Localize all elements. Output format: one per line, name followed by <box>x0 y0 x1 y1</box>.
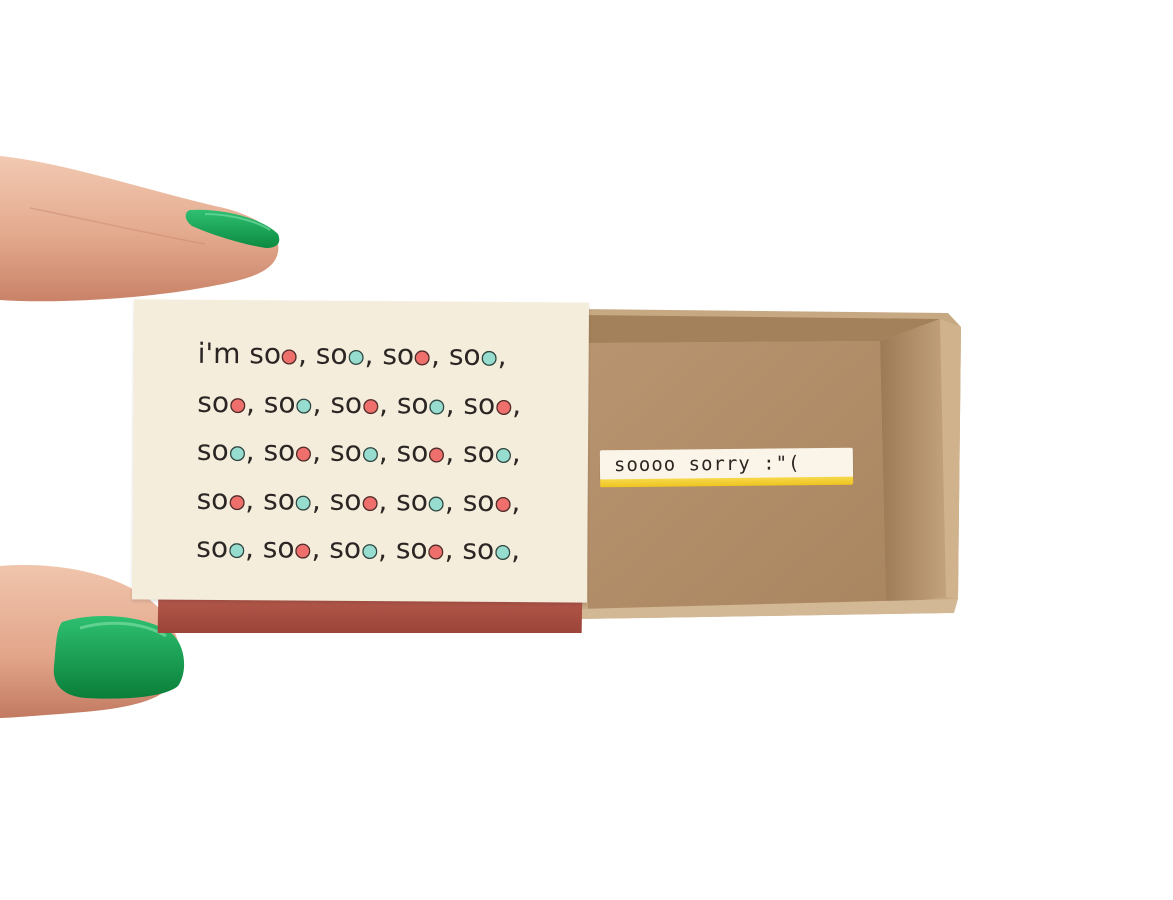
card-word: , so <box>244 531 295 565</box>
card-word: so <box>196 530 229 565</box>
red-dot-o <box>429 447 445 463</box>
teal-dot-o <box>228 543 245 559</box>
card-line: so , so , so , so , so, <box>197 427 577 478</box>
red-dot-o <box>363 398 379 414</box>
card-line: so , so , so , so , so, <box>196 475 576 526</box>
red-dot-o <box>281 349 298 365</box>
red-dot-o <box>229 494 245 510</box>
card-word: , so <box>312 434 362 469</box>
photo-scene: soooo sorry :"( i'm so, so, so, so, so, s… <box>0 0 1173 900</box>
card-word: , <box>497 338 507 373</box>
card-word: , <box>511 436 521 470</box>
teal-dot-o <box>296 398 312 414</box>
red-dot-o <box>229 397 246 413</box>
red-dot-o <box>495 496 511 512</box>
red-dot-o <box>496 399 512 415</box>
message-strip: soooo sorry :"( <box>599 447 854 489</box>
teal-dot-o <box>428 495 444 512</box>
card-word: , so <box>311 483 362 517</box>
card-line: so , so , so , so , so, <box>197 378 577 429</box>
teal-dot-o <box>495 447 511 464</box>
strip-text: soooo sorry :"( <box>613 452 801 477</box>
teal-dot-o <box>429 398 445 415</box>
card-word: so <box>197 385 230 419</box>
card-word: , so <box>444 532 495 566</box>
card-word: , <box>511 484 521 518</box>
card-word: , so <box>245 434 296 468</box>
card-word: , <box>512 387 522 421</box>
card-word: , so <box>364 338 415 372</box>
card-word: i'm so <box>197 336 282 371</box>
card-message: i'm so, so, so, so, so, so, so, so, so, so… <box>196 330 578 575</box>
red-dot-o <box>295 543 311 559</box>
card-word: , so <box>379 386 429 420</box>
teal-dot-o <box>229 446 245 462</box>
card-word: , so <box>377 532 428 566</box>
teal-dot-o <box>295 495 311 511</box>
red-dot-o <box>296 446 312 462</box>
teal-dot-o <box>495 544 511 561</box>
strip-yellow-edge <box>600 476 854 488</box>
strip-paper: soooo sorry :"( <box>599 447 854 481</box>
teal-dot-o <box>362 544 378 560</box>
card-word: so <box>196 433 229 468</box>
teal-dot-o <box>481 350 497 366</box>
sleeve-cover-card: i'm so, so, so, so, so, so, so, so, so, so… <box>131 299 590 603</box>
card-word: , so <box>312 386 363 420</box>
top-finger <box>0 156 280 302</box>
teal-dot-o <box>348 349 364 366</box>
red-dot-o <box>362 495 378 511</box>
red-dot-o <box>415 350 431 366</box>
card-word: , so <box>445 435 495 469</box>
card-word: , so <box>444 484 495 518</box>
card-word: , <box>511 533 521 567</box>
card-word: , so <box>378 483 429 517</box>
card-word: , so <box>378 435 429 469</box>
card-word: , so <box>245 385 296 420</box>
card-line: so , so , so , so , so, <box>196 524 576 575</box>
card-word: so <box>196 482 229 516</box>
card-word: , so <box>311 531 362 566</box>
card-word: , so <box>445 387 496 421</box>
card-word: , so <box>245 482 296 517</box>
red-dot-o <box>428 544 444 560</box>
card-line: i'm so , so , so , so, <box>198 330 578 381</box>
teal-dot-o <box>362 447 378 463</box>
card-word: , so <box>430 338 481 372</box>
card-word: , so <box>297 337 348 371</box>
